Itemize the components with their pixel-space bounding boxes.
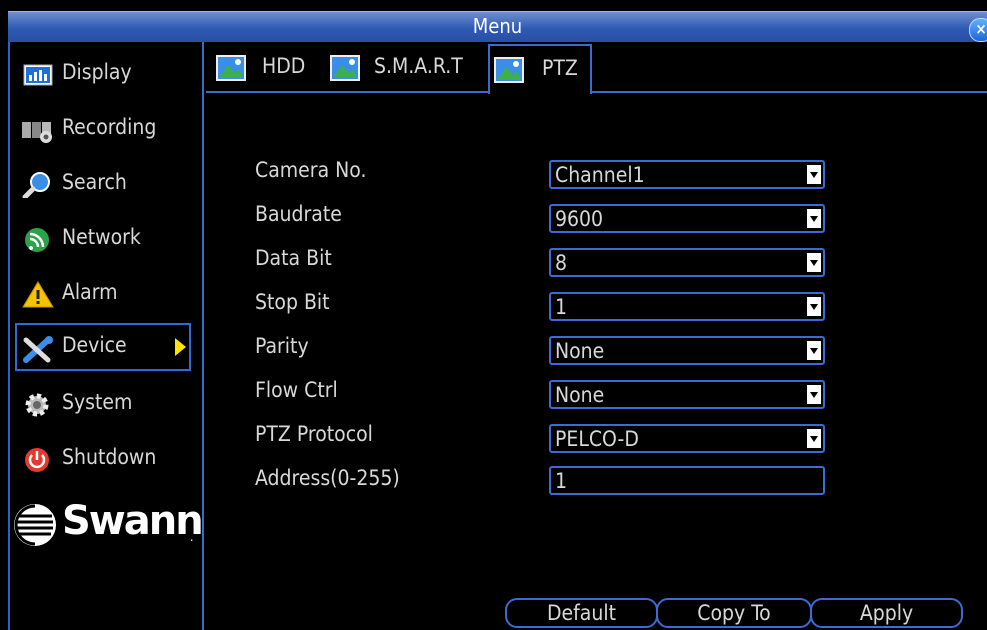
select-value: None <box>555 383 605 407</box>
sidebar-item-label: Device <box>62 333 127 357</box>
sidebar-item-label: Display <box>62 60 132 84</box>
baudrate-select[interactable]: 9600 <box>549 204 825 233</box>
tab-hdd[interactable]: HDD <box>210 44 320 92</box>
sidebar-item-system[interactable]: System <box>15 380 191 428</box>
tab-bar: HDD S.M.A.R.T PTZ <box>206 44 987 94</box>
sidebar-item-alarm[interactable]: Alarm <box>15 270 191 318</box>
copy-to-button[interactable]: Copy To <box>656 598 812 628</box>
tab-label: PTZ <box>542 56 578 80</box>
parity-label: Parity <box>255 334 309 358</box>
chevron-down-icon[interactable] <box>807 297 821 316</box>
title-bar: Menu × <box>8 11 987 42</box>
sidebar-item-network[interactable]: Network <box>15 215 191 263</box>
flow-ctrl-select[interactable]: None <box>549 380 825 409</box>
device-icon <box>23 336 53 363</box>
select-value: Channel1 <box>555 163 645 187</box>
camera-no-label: Camera No. <box>255 158 367 182</box>
select-value: 9600 <box>555 207 604 231</box>
tab-picture-icon <box>494 57 524 83</box>
tab-label: S.M.A.R.T <box>374 54 463 78</box>
logo-text: Swann <box>62 498 204 544</box>
input-value: 1 <box>555 469 568 493</box>
selection-arrow-icon <box>175 338 186 356</box>
chevron-down-icon[interactable] <box>807 341 821 360</box>
baudrate-label: Baudrate <box>255 202 342 226</box>
search-icon <box>22 172 50 198</box>
chevron-down-icon[interactable] <box>807 253 821 272</box>
sidebar-item-label: Search <box>62 170 127 194</box>
swann-logo-icon <box>14 504 56 546</box>
sidebar-item-label: Recording <box>62 115 157 139</box>
apply-button[interactable]: Apply <box>810 598 963 628</box>
sidebar-item-shutdown[interactable]: Shutdown <box>15 435 191 483</box>
chevron-down-icon[interactable] <box>807 429 821 448</box>
address-label: Address(0-255) <box>255 466 400 490</box>
sidebar-item-device[interactable]: Device <box>15 323 191 371</box>
display-icon <box>23 64 53 86</box>
logo-dot: . <box>190 530 194 544</box>
window-title: Menu <box>472 14 523 38</box>
tab-label: HDD <box>262 54 306 78</box>
recording-icon <box>22 122 52 143</box>
tab-underline <box>206 91 987 93</box>
select-value: 8 <box>555 251 568 275</box>
parity-select[interactable]: None <box>549 336 825 365</box>
tab-picture-icon <box>330 55 360 81</box>
camera-no-select[interactable]: Channel1 <box>549 160 825 189</box>
tab-smart[interactable]: S.M.A.R.T <box>324 44 484 92</box>
stop-bit-select[interactable]: 1 <box>549 292 825 321</box>
ptz-protocol-label: PTZ Protocol <box>255 422 373 446</box>
select-value: PELCO-D <box>555 427 639 451</box>
stop-bit-label: Stop Bit <box>255 290 330 314</box>
frame-border <box>8 42 10 630</box>
sidebar-item-label: System <box>62 390 133 414</box>
chevron-down-icon[interactable] <box>807 209 821 228</box>
select-value: None <box>555 339 605 363</box>
default-button[interactable]: Default <box>505 598 658 628</box>
data-bit-label: Data Bit <box>255 246 332 270</box>
ptz-protocol-select[interactable]: PELCO-D <box>549 424 825 453</box>
data-bit-select[interactable]: 8 <box>549 248 825 277</box>
chevron-down-icon[interactable] <box>807 165 821 184</box>
sidebar-item-search[interactable]: Search <box>15 160 191 208</box>
sidebar-item-display[interactable]: Display <box>15 50 191 98</box>
address-input[interactable]: 1 <box>549 466 825 495</box>
close-icon[interactable]: × <box>969 18 987 42</box>
sidebar-item-label: Shutdown <box>62 445 157 469</box>
sidebar-item-label: Network <box>62 225 141 249</box>
tab-picture-icon <box>216 55 246 81</box>
flow-ctrl-label: Flow Ctrl <box>255 378 338 402</box>
network-icon <box>25 228 49 252</box>
shutdown-icon <box>25 448 49 472</box>
sidebar-item-label: Alarm <box>62 280 118 304</box>
swann-logo: Swann . <box>12 498 204 550</box>
tab-ptz[interactable]: PTZ <box>488 44 592 94</box>
chevron-down-icon[interactable] <box>807 385 821 404</box>
select-value: 1 <box>555 295 568 319</box>
system-icon <box>25 393 49 417</box>
sidebar-divider <box>202 42 204 630</box>
alarm-icon <box>22 281 54 308</box>
sidebar-item-recording[interactable]: Recording <box>15 105 191 153</box>
